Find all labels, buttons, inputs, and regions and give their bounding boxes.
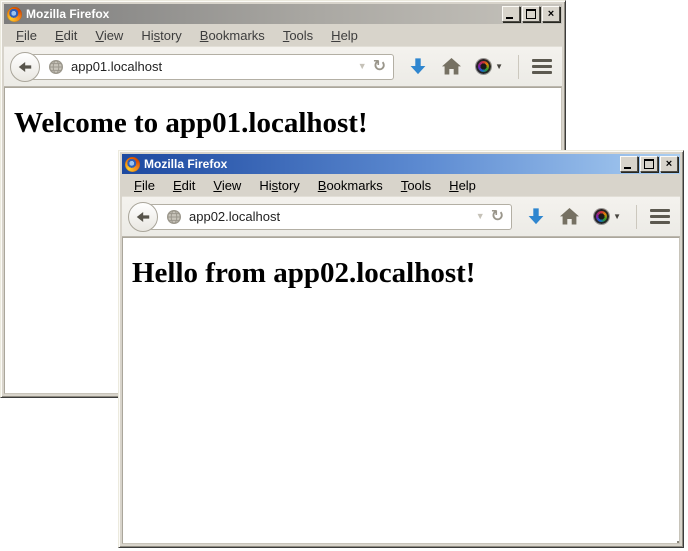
reload-icon[interactable]: ↻ [373,59,386,75]
menu-help[interactable]: Help [323,26,366,45]
menu-bar: File Edit View History Bookmarks Tools H… [122,174,680,196]
menu-hamburger-button[interactable] [650,209,670,224]
menu-file[interactable]: File [126,176,163,195]
url-bar[interactable]: ▼ ↻ [31,54,394,80]
addon-lens-icon [594,209,609,224]
maximize-button[interactable] [522,6,540,22]
hamburger-icon [650,209,670,212]
window-title: Mozilla Firefox [26,7,109,21]
minimize-icon [624,167,631,169]
download-arrow-icon [527,207,545,226]
hamburger-icon [532,59,552,62]
close-button[interactable]: × [660,156,678,172]
download-button[interactable] [527,207,545,226]
reload-icon[interactable]: ↻ [491,209,504,225]
menu-edit[interactable]: Edit [47,26,85,45]
menu-view[interactable]: View [205,176,249,195]
home-icon [442,58,461,75]
addon-button[interactable]: ▼ [476,59,503,74]
resize-grip[interactable] [672,536,675,539]
home-icon [560,208,579,225]
page-heading: Welcome to app01.localhost! [14,107,561,140]
window-controls: × [620,156,678,172]
minimize-icon [506,17,513,19]
globe-icon[interactable] [166,209,182,225]
window-controls: × [502,6,560,22]
maximize-icon [526,9,536,19]
menu-bar: File Edit View History Bookmarks Tools H… [4,24,562,46]
addon-caret-icon: ▼ [613,212,621,221]
minimize-button[interactable] [620,156,638,172]
menu-edit[interactable]: Edit [165,176,203,195]
menu-view[interactable]: View [87,26,131,45]
menu-file[interactable]: File [8,26,45,45]
globe-icon[interactable] [48,59,64,75]
url-input[interactable] [189,209,472,224]
url-bar[interactable]: ▼ ↻ [149,204,512,230]
close-button[interactable]: × [542,6,560,22]
download-button[interactable] [409,57,427,76]
firefox-icon [125,157,140,172]
back-button[interactable] [10,52,40,82]
urlbar-dropdown-icon[interactable]: ▼ [476,212,485,221]
page-heading: Hello from app02.localhost! [132,257,679,290]
title-bar[interactable]: Mozilla Firefox × [4,4,562,24]
firefox-icon [7,7,22,22]
menu-bookmarks[interactable]: Bookmarks [310,176,391,195]
urlbar-dropdown-icon[interactable]: ▼ [358,62,367,71]
page-content: Hello from app02.localhost! [122,237,680,544]
home-button[interactable] [442,58,461,75]
toolbar-separator [636,205,637,229]
download-arrow-icon [409,57,427,76]
addon-lens-icon [476,59,491,74]
navigation-toolbar: ▼ ↻ ▼ [122,196,680,237]
back-arrow-icon [17,59,33,75]
close-icon: × [548,9,554,19]
menu-history[interactable]: History [251,176,307,195]
back-button[interactable] [128,202,158,232]
toolbar-separator [518,55,519,79]
menu-bookmarks[interactable]: Bookmarks [192,26,273,45]
url-input[interactable] [71,59,354,74]
navigation-toolbar: ▼ ↻ ▼ [4,46,562,87]
home-button[interactable] [560,208,579,225]
menu-tools[interactable]: Tools [393,176,439,195]
addon-button[interactable]: ▼ [594,209,621,224]
back-arrow-icon [135,209,151,225]
menu-hamburger-button[interactable] [532,59,552,74]
menu-tools[interactable]: Tools [275,26,321,45]
maximize-icon [644,159,654,169]
browser-window-app02[interactable]: Mozilla Firefox × File Edit View History… [118,150,684,548]
maximize-button[interactable] [640,156,658,172]
menu-help[interactable]: Help [441,176,484,195]
menu-history[interactable]: History [133,26,189,45]
title-bar[interactable]: Mozilla Firefox × [122,154,680,174]
addon-caret-icon: ▼ [495,62,503,71]
window-title: Mozilla Firefox [144,157,227,171]
close-icon: × [666,159,672,169]
minimize-button[interactable] [502,6,520,22]
